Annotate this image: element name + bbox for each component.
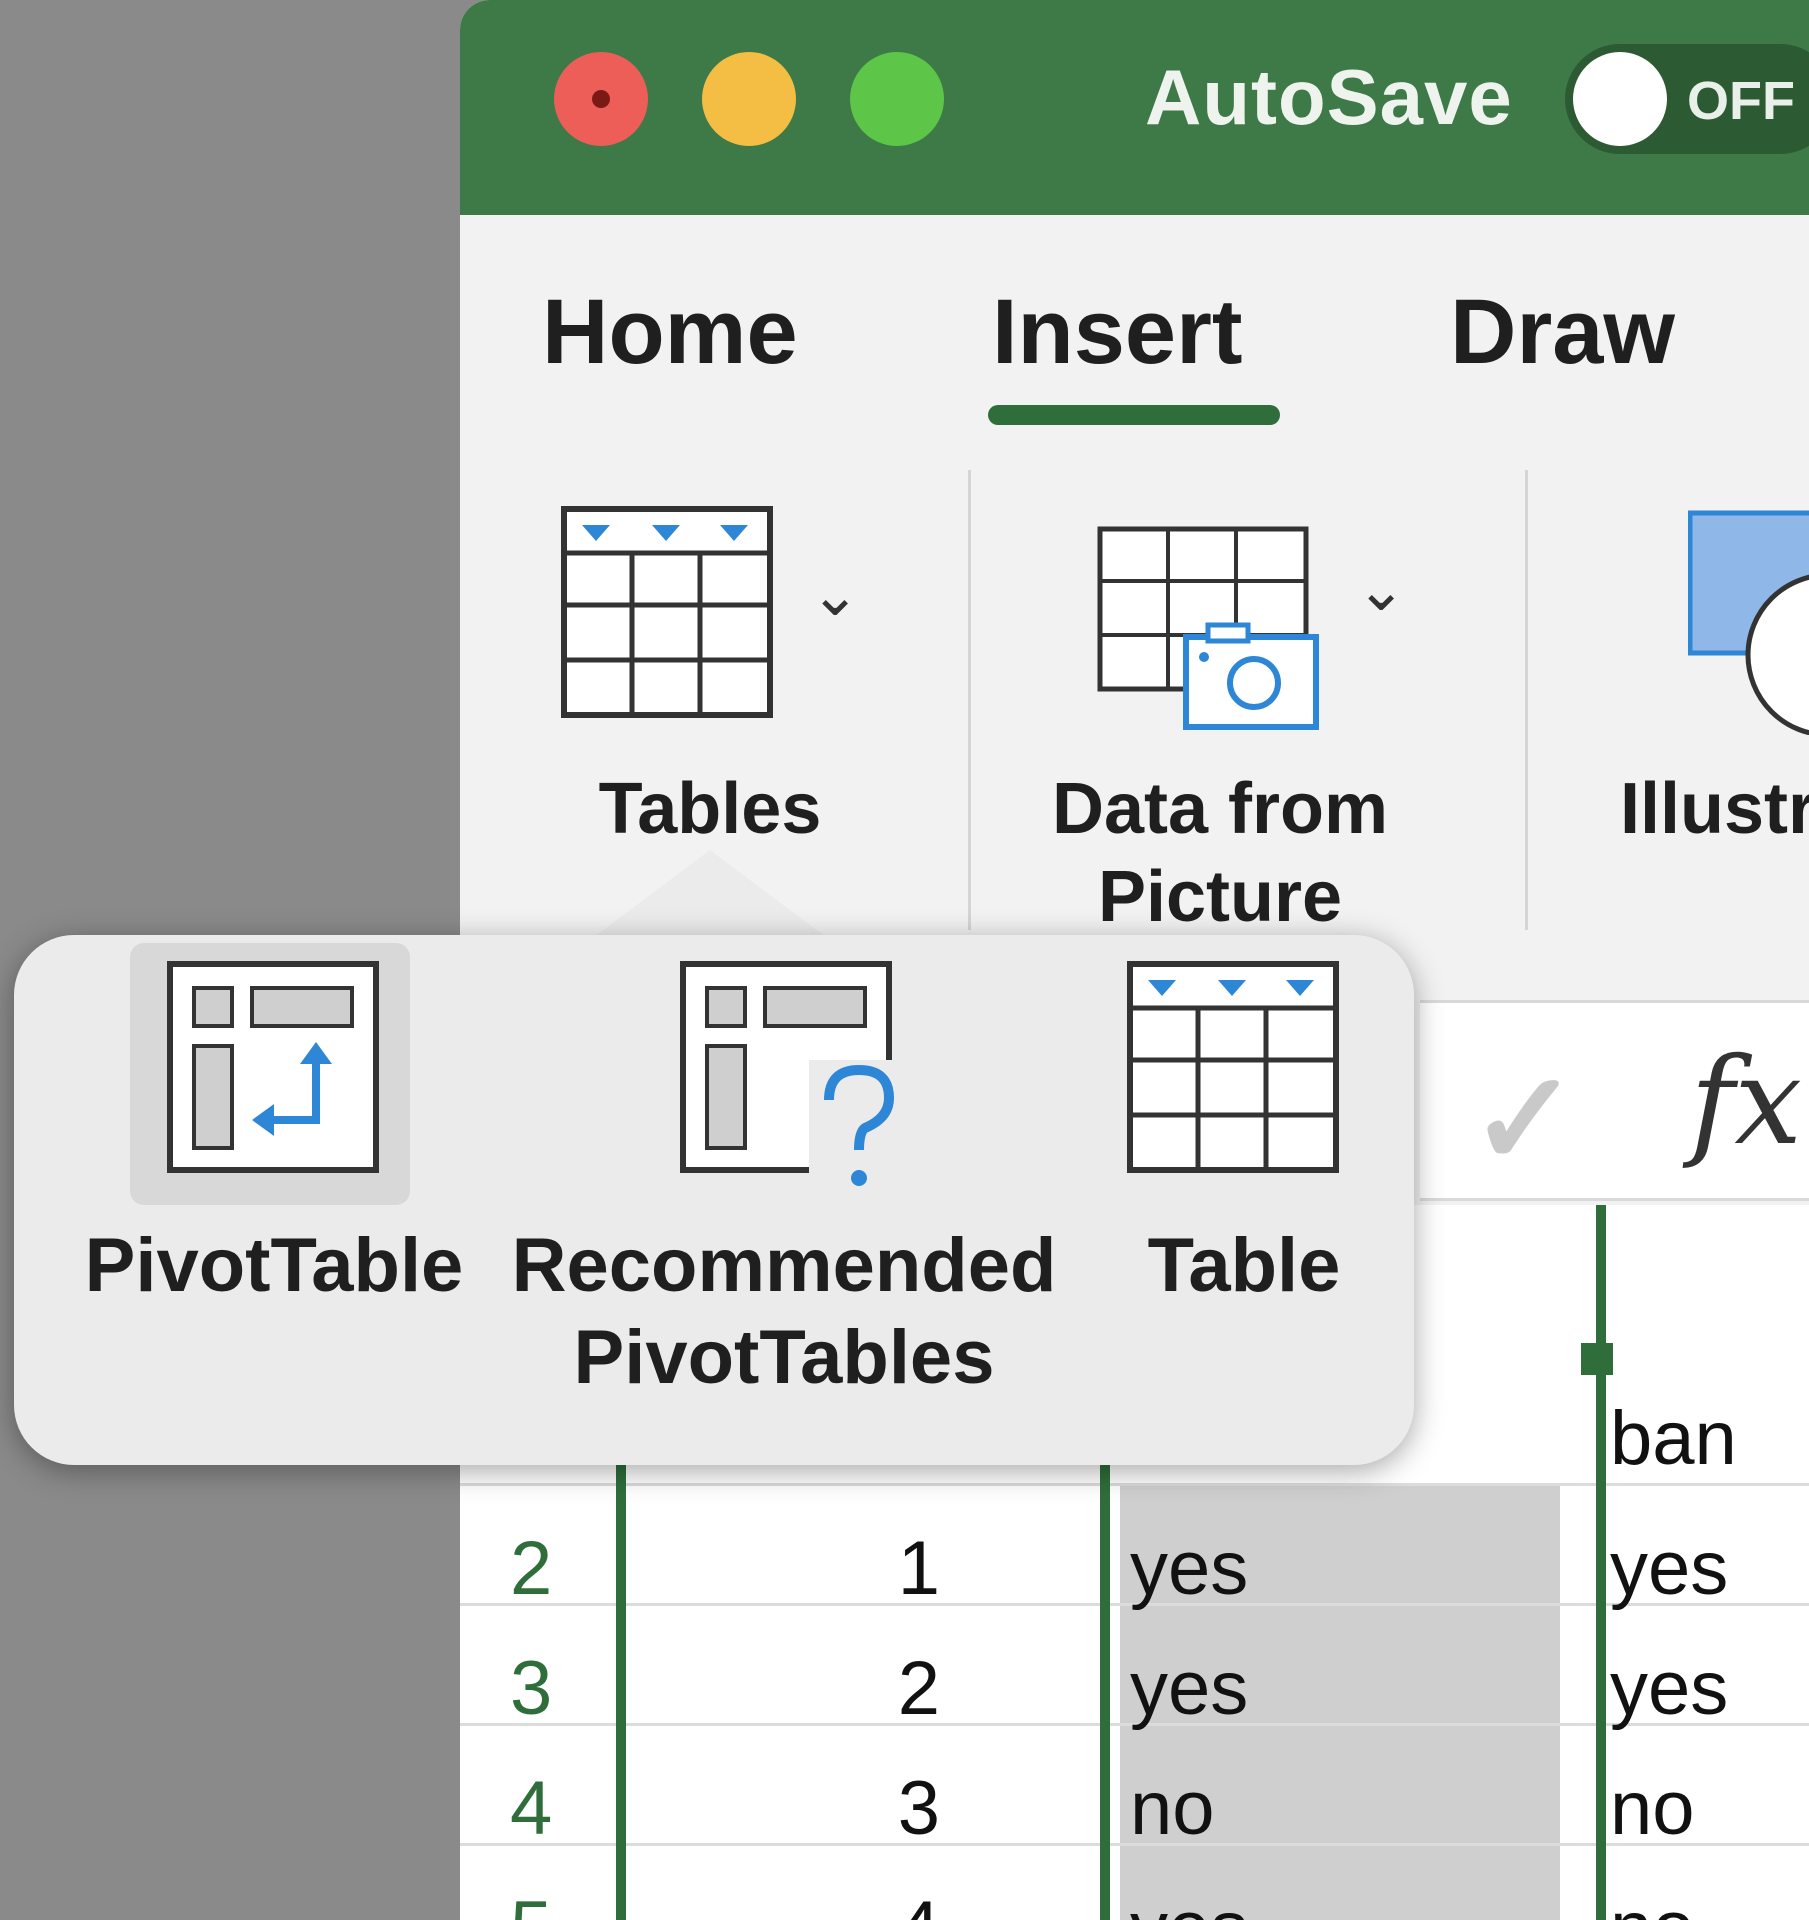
recommended-label-line1: Recommended bbox=[511, 1223, 1057, 1308]
row-number[interactable]: 5 bbox=[510, 1885, 630, 1920]
table-label: Table bbox=[1147, 1223, 1341, 1308]
recommended-pivottables-icon bbox=[680, 961, 909, 1190]
title-bar: AutoSave OFF bbox=[460, 0, 1809, 215]
illustrations-button[interactable] bbox=[1688, 505, 1809, 735]
ribbon-separator bbox=[1525, 470, 1528, 930]
toggle-state-label: OFF bbox=[1687, 71, 1795, 131]
chevron-down-icon: ⌄ bbox=[810, 561, 861, 628]
ribbon-tabs: Home Insert Draw bbox=[460, 215, 1809, 445]
table-option[interactable]: Table bbox=[1094, 960, 1394, 1380]
table-grid-icon bbox=[561, 506, 773, 718]
cell-a[interactable]: 3 bbox=[640, 1765, 940, 1852]
cell-c[interactable]: yes bbox=[1610, 1645, 1728, 1732]
cell-a[interactable]: 1 bbox=[640, 1525, 940, 1612]
cell-c[interactable]: yes bbox=[1610, 1525, 1728, 1612]
chevron-down-icon: ⌄ bbox=[1356, 556, 1407, 623]
row-number[interactable]: 2 bbox=[510, 1525, 630, 1612]
minimize-button[interactable] bbox=[702, 52, 796, 146]
cell-c[interactable]: no bbox=[1610, 1885, 1695, 1920]
formula-bar: ✓ fx bbox=[1420, 1000, 1809, 1201]
illustrations-icon bbox=[1688, 510, 1809, 735]
selection-border-right bbox=[1596, 1205, 1606, 1920]
ribbon-separator bbox=[968, 470, 971, 930]
close-icon bbox=[592, 90, 610, 108]
tables-dropdown-menu: PivotTable Recommended PivotTables Table bbox=[14, 935, 1414, 1465]
data-from-picture-icon bbox=[1097, 526, 1319, 730]
cell-a[interactable]: 4 bbox=[640, 1885, 940, 1920]
pivottable-option[interactable]: PivotTable bbox=[74, 960, 474, 1380]
fx-button[interactable]: fx bbox=[1690, 1033, 1802, 1172]
cell-c[interactable]: no bbox=[1610, 1765, 1695, 1852]
cell-b[interactable]: no bbox=[1130, 1765, 1215, 1852]
data-from-picture-label: Data from Picture bbox=[1030, 765, 1410, 941]
active-tab-indicator bbox=[988, 405, 1280, 425]
cell-b[interactable]: yes bbox=[1130, 1645, 1248, 1732]
tab-insert[interactable]: Insert bbox=[992, 280, 1243, 385]
data-from-picture-label-line2: Picture bbox=[1097, 857, 1343, 937]
cell-b[interactable]: yes bbox=[1130, 1525, 1248, 1612]
toggle-knob bbox=[1573, 52, 1667, 146]
cell-a[interactable]: 2 bbox=[640, 1645, 940, 1732]
tab-draw[interactable]: Draw bbox=[1450, 280, 1675, 385]
data-from-picture-label-line1: Data from bbox=[1051, 769, 1389, 849]
grid-line bbox=[460, 1483, 1809, 1486]
recommended-label-line2: PivotTables bbox=[573, 1315, 995, 1400]
table-icon bbox=[1127, 961, 1339, 1173]
pivottable-icon bbox=[167, 961, 379, 1173]
recommended-pivottables-option[interactable]: Recommended PivotTables bbox=[494, 960, 1074, 1400]
row-number[interactable]: 3 bbox=[510, 1645, 630, 1732]
close-button[interactable] bbox=[554, 52, 648, 146]
maximize-button[interactable] bbox=[850, 52, 944, 146]
illustrations-label: Illustr bbox=[1620, 769, 1809, 849]
header-cell-c[interactable]: ban bbox=[1610, 1395, 1737, 1482]
confirm-check-icon[interactable]: ✓ bbox=[1470, 1043, 1579, 1195]
recommended-pivottables-label: Recommended PivotTables bbox=[494, 1220, 1074, 1404]
pivottable-label: PivotTable bbox=[84, 1223, 464, 1308]
data-from-picture-button[interactable]: ⌄ bbox=[1096, 525, 1426, 755]
row-number[interactable]: 4 bbox=[510, 1765, 630, 1852]
autosave-label: AutoSave bbox=[1145, 53, 1513, 141]
popover-arrow bbox=[590, 850, 830, 940]
fill-handle[interactable] bbox=[1581, 1343, 1613, 1375]
tab-home[interactable]: Home bbox=[542, 280, 798, 385]
autosave-toggle[interactable]: OFF bbox=[1565, 44, 1809, 154]
cell-b[interactable]: yes bbox=[1130, 1885, 1248, 1920]
